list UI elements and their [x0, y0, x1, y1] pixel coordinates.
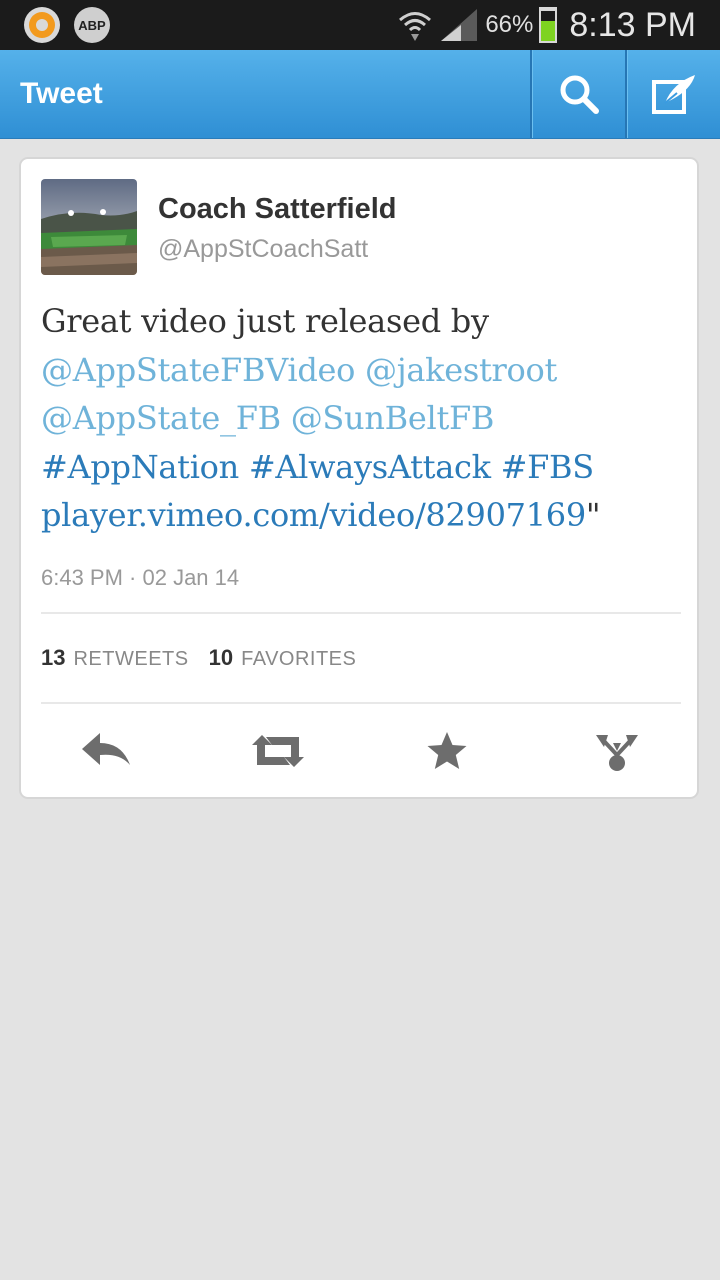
avatar[interactable]: [41, 179, 137, 275]
signal-icon: [441, 9, 478, 41]
compose-icon: [652, 75, 695, 114]
retweet-button[interactable]: [238, 719, 318, 783]
tweet-stats: 13 RETWEETS 10 FAVORITES: [41, 645, 376, 671]
tweet-timestamp: 6:43 PM · 02 Jan 14: [41, 565, 240, 590]
user-name[interactable]: Coach Satterfield: [158, 193, 397, 226]
battery-percent: 66%: [485, 11, 534, 38]
favorites-label[interactable]: FAVORITES: [241, 648, 356, 671]
divider: [41, 702, 681, 704]
favorite-button[interactable]: [407, 719, 487, 783]
clock: 8:13 PM: [569, 5, 696, 44]
retweets-label[interactable]: RETWEETS: [73, 648, 188, 671]
search-icon: [560, 75, 599, 114]
adblock-icon: ABP: [74, 7, 110, 43]
tweet-text: Great video just released by @AppStateFB…: [41, 297, 681, 540]
retweet-icon: [252, 735, 304, 767]
divider: [41, 612, 681, 614]
mention-link[interactable]: @jakestroot: [365, 351, 557, 389]
share-button[interactable]: [577, 719, 657, 783]
url-link[interactable]: player.vimeo.com/video/82907169: [41, 496, 586, 534]
reply-button[interactable]: [66, 719, 146, 783]
mention-link[interactable]: @SunBeltFB: [291, 399, 495, 437]
compose-button[interactable]: [625, 50, 720, 138]
page-title: Tweet: [20, 77, 103, 110]
share-icon: [596, 735, 638, 771]
tweet-card: Coach Satterfield @AppStCoachSatt Great …: [19, 157, 699, 799]
user-handle[interactable]: @AppStCoachSatt: [158, 235, 368, 264]
status-bar: ABP 66% 8:13 PM: [0, 0, 720, 50]
favorite-icon: [427, 732, 467, 769]
tweet-actions: [21, 719, 701, 783]
hashtag-link[interactable]: #FBS: [501, 448, 595, 486]
battery-icon: [539, 7, 558, 43]
app-notification-icon: [24, 7, 60, 43]
retweets-count[interactable]: 13: [41, 645, 65, 671]
action-bar: Tweet: [0, 50, 720, 139]
mention-link[interactable]: @AppStateFBVideo: [41, 351, 355, 389]
closing-quote: ": [585, 496, 601, 534]
search-button[interactable]: [530, 50, 626, 138]
tweet-text-body: Great video just released by: [41, 302, 489, 340]
hashtag-link[interactable]: #AppNation: [41, 448, 239, 486]
battery-level: [541, 21, 556, 41]
favorites-count[interactable]: 10: [209, 645, 233, 671]
hashtag-link[interactable]: #AlwaysAttack: [249, 448, 491, 486]
wifi-icon: [399, 12, 432, 41]
mention-link[interactable]: @AppState_FB: [41, 399, 281, 437]
reply-icon: [82, 733, 130, 765]
